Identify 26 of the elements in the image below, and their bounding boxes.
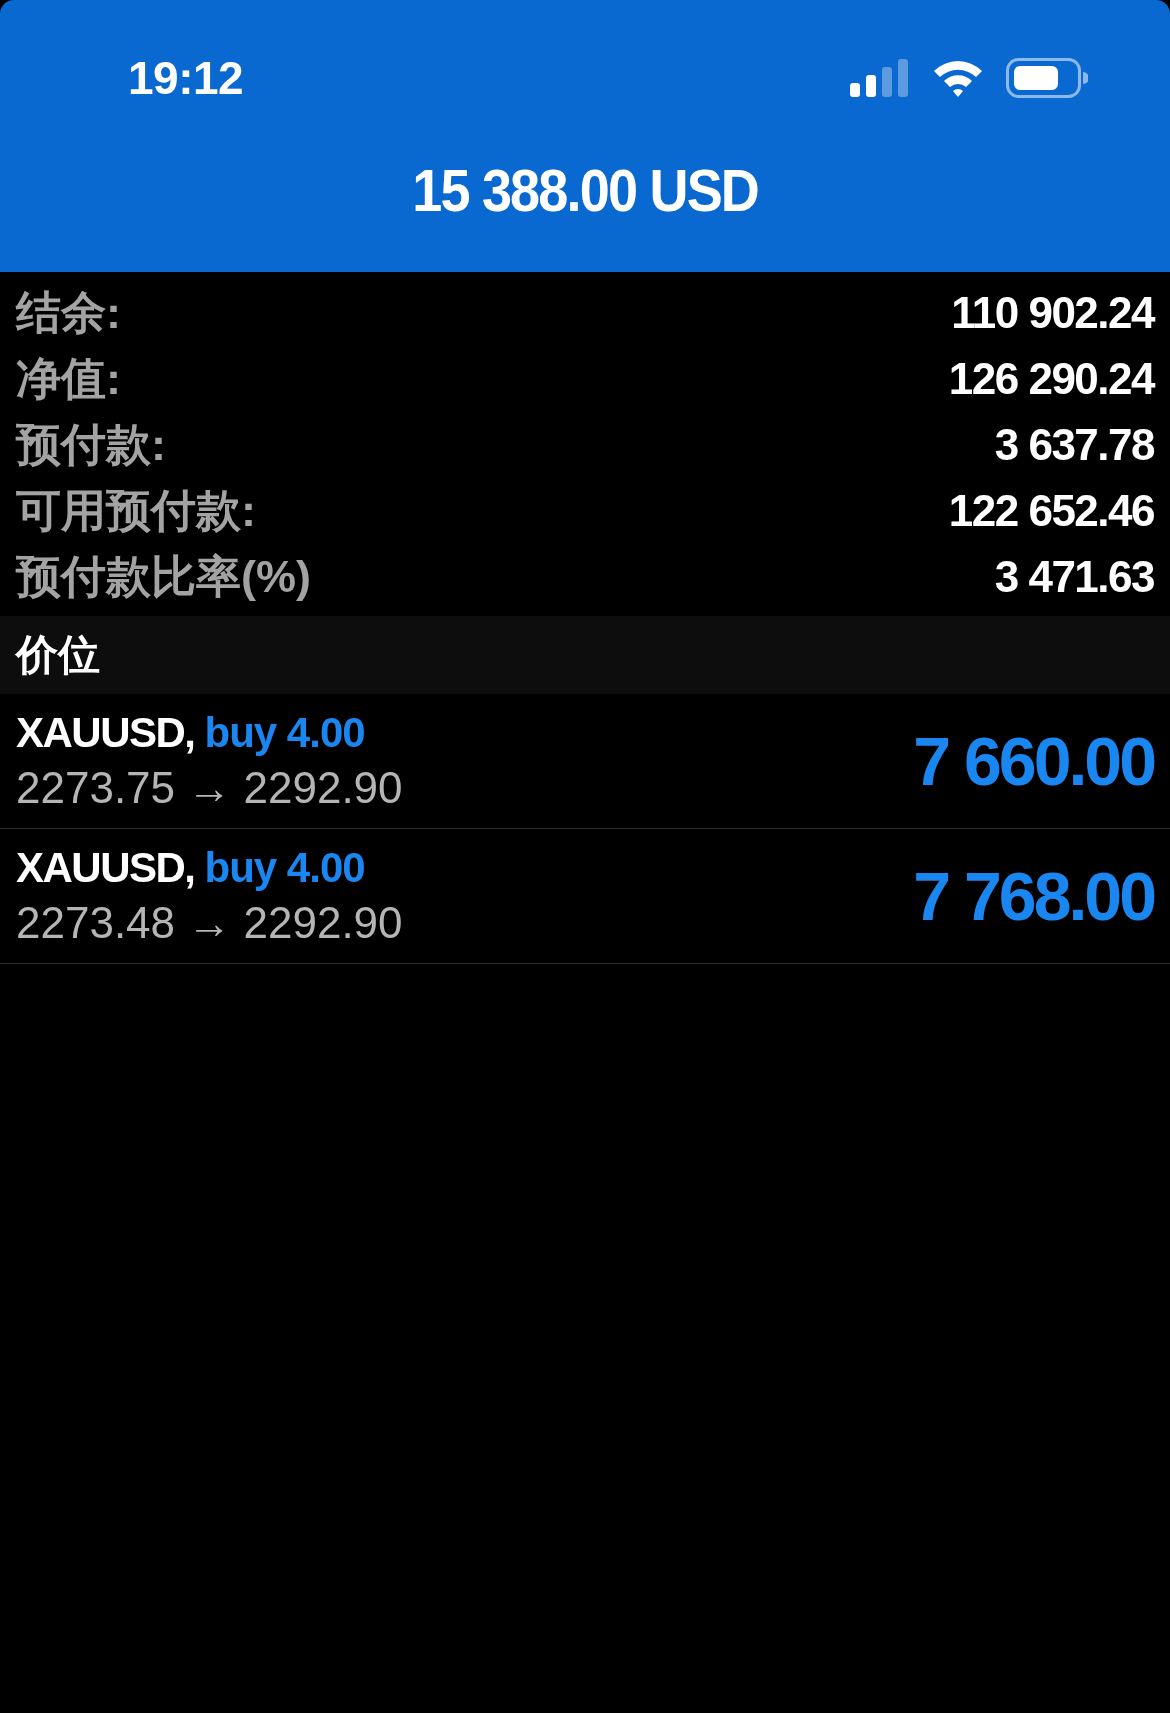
summary-label: 净值: [16,352,121,406]
section-title: 价位 [16,630,100,680]
position-profit: 7 768.00 [913,857,1154,935]
summary-label: 预付款比率(%) [16,550,311,604]
account-profit-title: 15 388.00 USD [412,156,758,225]
summary-value: 122 652.46 [948,486,1154,536]
status-time: 19:12 [128,51,244,105]
summary-value: 126 290.24 [948,354,1154,404]
position-trade: buy 4.00 [204,709,365,757]
summary-label: 结余: [16,286,121,340]
summary-label: 可用预付款: [16,484,256,538]
position-profit: 7 660.00 [913,722,1154,800]
wifi-icon [932,59,984,97]
signal-icon [850,59,910,97]
position-row[interactable]: XAUUSD, buy 4.00 2273.75 → 2292.90 7 660.00 [0,694,1170,829]
summary-value: 110 902.24 [951,288,1154,338]
position-symbol: XAUUSD, [16,709,195,757]
position-symbol: XAUUSD, [16,844,195,892]
position-prices: 2273.75 → 2292.90 [16,763,403,813]
battery-icon [1006,58,1088,98]
summary-value: 3 471.63 [994,552,1154,602]
position-prices: 2273.48 → 2292.90 [16,898,403,948]
summary-label: 预付款: [16,418,166,472]
summary-value: 3 637.78 [994,420,1154,470]
position-row[interactable]: XAUUSD, buy 4.00 2273.48 → 2292.90 7 768.00 [0,829,1170,964]
position-trade: buy 4.00 [204,844,365,892]
